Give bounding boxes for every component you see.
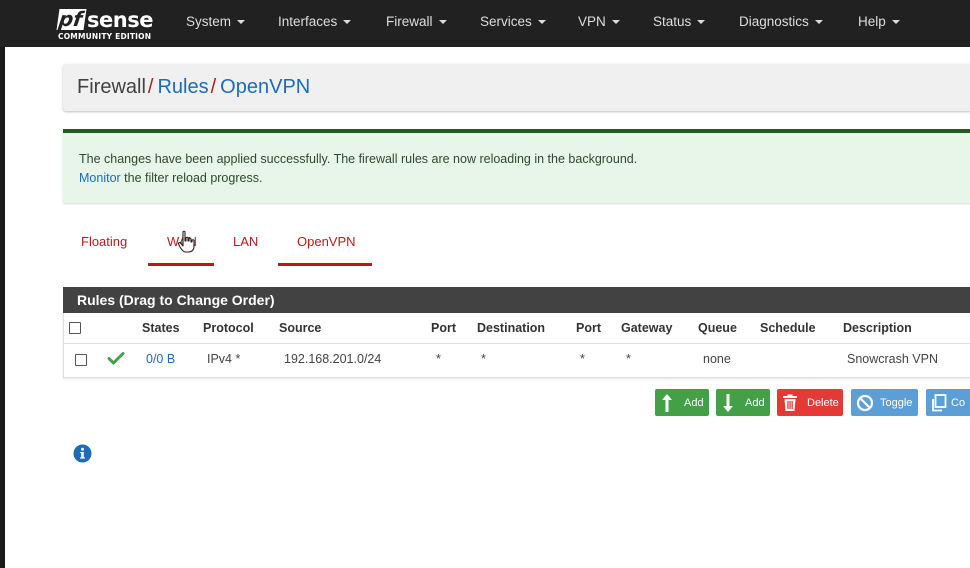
column-header-source-port[interactable]: Port <box>431 321 456 335</box>
breadcrumb-root: Firewall <box>77 76 146 98</box>
toggle-button[interactable]: Toggle <box>851 389 918 416</box>
nav-menu-interfaces[interactable]: Interfaces <box>278 0 352 47</box>
logo-sense-text: sense <box>87 8 153 32</box>
tab-wan-hover-underline <box>148 263 214 266</box>
copy-icon <box>932 393 947 411</box>
nav-menu-label: Interfaces <box>278 14 338 29</box>
nav-menu-label: VPN <box>578 14 606 29</box>
success-alert: The changes have been applied successful… <box>63 129 970 203</box>
column-header-source[interactable]: Source <box>279 321 321 335</box>
add-rule-bottom-button[interactable]: Add <box>716 389 770 416</box>
caret-down-icon <box>891 20 900 25</box>
rule-protocol: IPv4 * <box>207 352 241 366</box>
arrow-down-icon <box>723 393 733 412</box>
tab-lan[interactable]: LAN <box>233 234 258 249</box>
ban-icon <box>856 394 874 411</box>
top-navbar: pf sense COMMUNITY EDITION System Interfa… <box>0 0 970 47</box>
caret-down-icon <box>537 20 546 25</box>
column-header-gateway[interactable]: Gateway <box>621 321 672 335</box>
tab-floating[interactable]: Floating <box>81 234 127 249</box>
nav-menu-status[interactable]: Status <box>653 0 706 47</box>
rule-source-port: * <box>436 352 441 366</box>
tab-openvpn-active-underline <box>278 263 372 266</box>
check-icon[interactable] <box>107 351 125 365</box>
column-header-protocol[interactable]: Protocol <box>203 321 254 335</box>
column-header-queue[interactable]: Queue <box>698 321 737 335</box>
rule-source: 192.168.201.0/24 <box>284 352 382 366</box>
column-header-dest-port[interactable]: Port <box>576 321 601 335</box>
add-top-label: Add <box>684 396 704 409</box>
breadcrumb-separator: / <box>210 76 217 98</box>
nav-menu-help[interactable]: Help <box>858 0 900 47</box>
rule-states-link[interactable]: 0/0 B <box>146 352 175 366</box>
delete-label: Delete <box>807 396 839 409</box>
nav-menu-label: Firewall <box>386 14 433 29</box>
nav-menu-label: Diagnostics <box>739 14 809 29</box>
logo-pf-mark: pf <box>56 7 87 31</box>
info-icon[interactable] <box>73 444 92 463</box>
caret-down-icon <box>697 20 706 25</box>
rule-gateway: * <box>626 352 631 366</box>
rule-description: Snowcrash VPN <box>847 352 939 366</box>
arrow-up-icon <box>662 393 672 412</box>
rule-dest-port: * <box>580 352 585 366</box>
nav-menu-services[interactable]: Services <box>480 0 546 47</box>
delete-button[interactable]: Delete <box>777 389 843 416</box>
rules-panel-title: Rules (Drag to Change Order) <box>63 287 970 313</box>
caret-down-icon <box>237 20 246 25</box>
column-header-destination[interactable]: Destination <box>477 321 545 335</box>
nav-menu-label: Help <box>858 14 886 29</box>
caret-down-icon <box>611 20 620 25</box>
breadcrumb-separator: / <box>147 76 154 98</box>
nav-menu-system[interactable]: System <box>186 0 246 47</box>
breadcrumb-openvpn-link[interactable]: OpenVPN <box>220 76 310 98</box>
caret-down-icon <box>438 20 447 25</box>
table-row-divider <box>63 343 970 344</box>
nav-menu-label: Status <box>653 14 692 29</box>
column-header-schedule[interactable]: Schedule <box>760 321 816 335</box>
add-rule-top-button[interactable]: Add <box>655 389 709 416</box>
alert-message-rest: the filter reload progress. <box>120 171 263 185</box>
hand-pointer-cursor-icon <box>177 230 195 253</box>
rule-row-checkbox[interactable] <box>75 354 87 366</box>
rule-destination: * <box>481 352 486 366</box>
select-all-checkbox[interactable] <box>69 322 81 334</box>
caret-down-icon <box>343 20 352 25</box>
nav-menu-label: System <box>186 14 232 29</box>
column-header-states[interactable]: States <box>142 321 180 335</box>
pfsense-logo[interactable]: pf sense COMMUNITY EDITION <box>56 6 170 42</box>
alert-message: The changes have been applied successful… <box>79 152 638 166</box>
copy-button[interactable]: Co <box>926 389 970 416</box>
copy-label: Co <box>951 396 966 409</box>
trash-icon <box>783 394 797 411</box>
nav-menu-vpn[interactable]: VPN <box>578 0 620 47</box>
nav-menu-diagnostics[interactable]: Diagnostics <box>739 0 823 47</box>
alert-message-line2: Monitor the filter reload progress. <box>79 169 970 188</box>
toggle-label: Toggle <box>880 396 913 409</box>
breadcrumb: Firewall / Rules / OpenVPN <box>63 64 970 111</box>
logo-subtitle: COMMUNITY EDITION <box>58 32 152 41</box>
column-header-description[interactable]: Description <box>843 321 912 335</box>
tab-openvpn[interactable]: OpenVPN <box>297 234 356 249</box>
rule-queue: none <box>703 352 731 366</box>
nav-menu-firewall[interactable]: Firewall <box>386 0 447 47</box>
nav-menu-label: Services <box>480 14 532 29</box>
caret-down-icon <box>814 20 823 25</box>
add-bottom-label: Add <box>745 396 765 409</box>
monitor-link[interactable]: Monitor <box>79 171 121 185</box>
breadcrumb-rules-link[interactable]: Rules <box>157 76 208 98</box>
